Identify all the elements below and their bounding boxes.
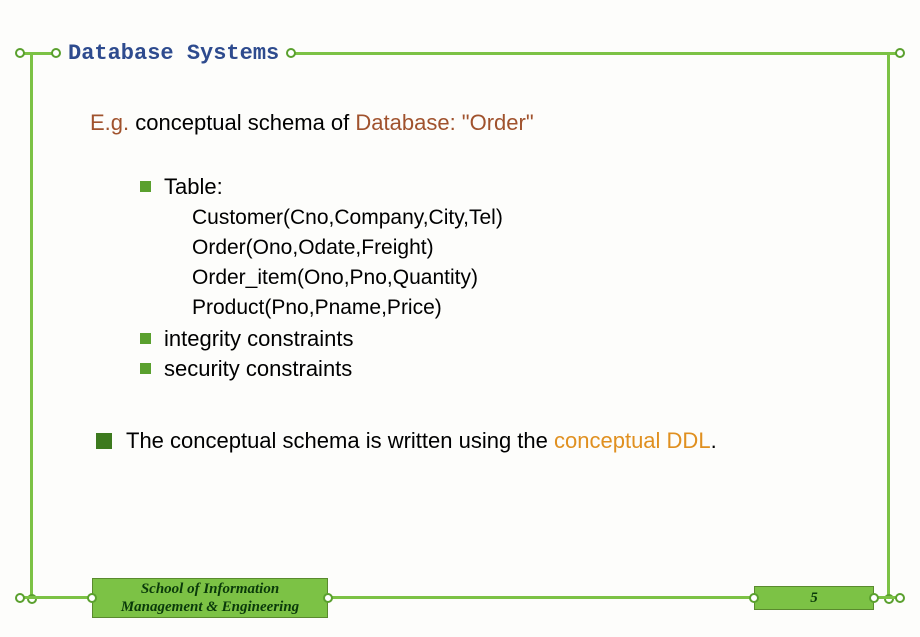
circle-decoration-icon <box>87 593 97 603</box>
border-segment <box>20 596 92 599</box>
heading-dbname: Database: "Order" <box>355 110 533 135</box>
table-row: Customer(Cno,Company,City,Tel) <box>192 206 860 230</box>
page-number: 5 <box>810 589 818 607</box>
circle-decoration-icon <box>15 593 25 603</box>
left-border <box>30 52 33 599</box>
circle-decoration-icon <box>323 593 333 603</box>
footer-school-line1: School of Information <box>141 580 279 598</box>
bullet-label: Table: <box>164 174 223 199</box>
table-list: Customer(Cno,Company,City,Tel) Order(Ono… <box>192 206 860 320</box>
circle-decoration-icon <box>869 593 879 603</box>
table-row: Order_item(Ono,Pno,Quantity) <box>192 266 860 290</box>
slide: Database Systems E.g. conceptual schema … <box>0 0 920 637</box>
main-bullet: The conceptual schema is written using t… <box>96 428 860 454</box>
main-bullet-prefix: The conceptual schema is written using t… <box>126 428 554 453</box>
border-segment <box>328 596 754 599</box>
table-row: Order(Ono,Odate,Freight) <box>192 236 860 260</box>
heading-mid: conceptual schema of <box>129 110 355 135</box>
main-bullet-highlight: conceptual DDL <box>554 428 711 453</box>
main-bullet-suffix: . <box>711 428 717 453</box>
border-segment <box>291 52 900 55</box>
heading-prefix: E.g. <box>90 110 129 135</box>
footer-page-box: 5 <box>754 586 874 610</box>
slide-title: Database Systems <box>56 41 291 66</box>
circle-decoration-icon <box>51 48 61 58</box>
content-heading: E.g. conceptual schema of Database: "Ord… <box>90 110 860 136</box>
bullet-integrity: integrity constraints <box>140 326 860 352</box>
footer-school-box: School of Information Management & Engin… <box>92 578 328 618</box>
border-segment <box>20 52 56 55</box>
table-row: Product(Pno,Pname,Price) <box>192 296 860 320</box>
bullet-table: Table: Customer(Cno,Company,City,Tel) Or… <box>140 174 860 320</box>
slide-content: E.g. conceptual schema of Database: "Ord… <box>90 110 860 557</box>
circle-decoration-icon <box>895 48 905 58</box>
circle-decoration-icon <box>749 593 759 603</box>
circle-decoration-icon <box>286 48 296 58</box>
footer-school-line2: Management & Engineering <box>121 598 299 616</box>
right-border <box>887 52 890 599</box>
top-border: Database Systems <box>20 52 900 54</box>
circle-decoration-icon <box>895 593 905 603</box>
bullet-list: Table: Customer(Cno,Company,City,Tel) Or… <box>140 174 860 382</box>
border-segment <box>874 596 900 599</box>
circle-decoration-icon <box>15 48 25 58</box>
bullet-security: security constraints <box>140 356 860 382</box>
bottom-border: School of Information Management & Engin… <box>20 596 900 599</box>
